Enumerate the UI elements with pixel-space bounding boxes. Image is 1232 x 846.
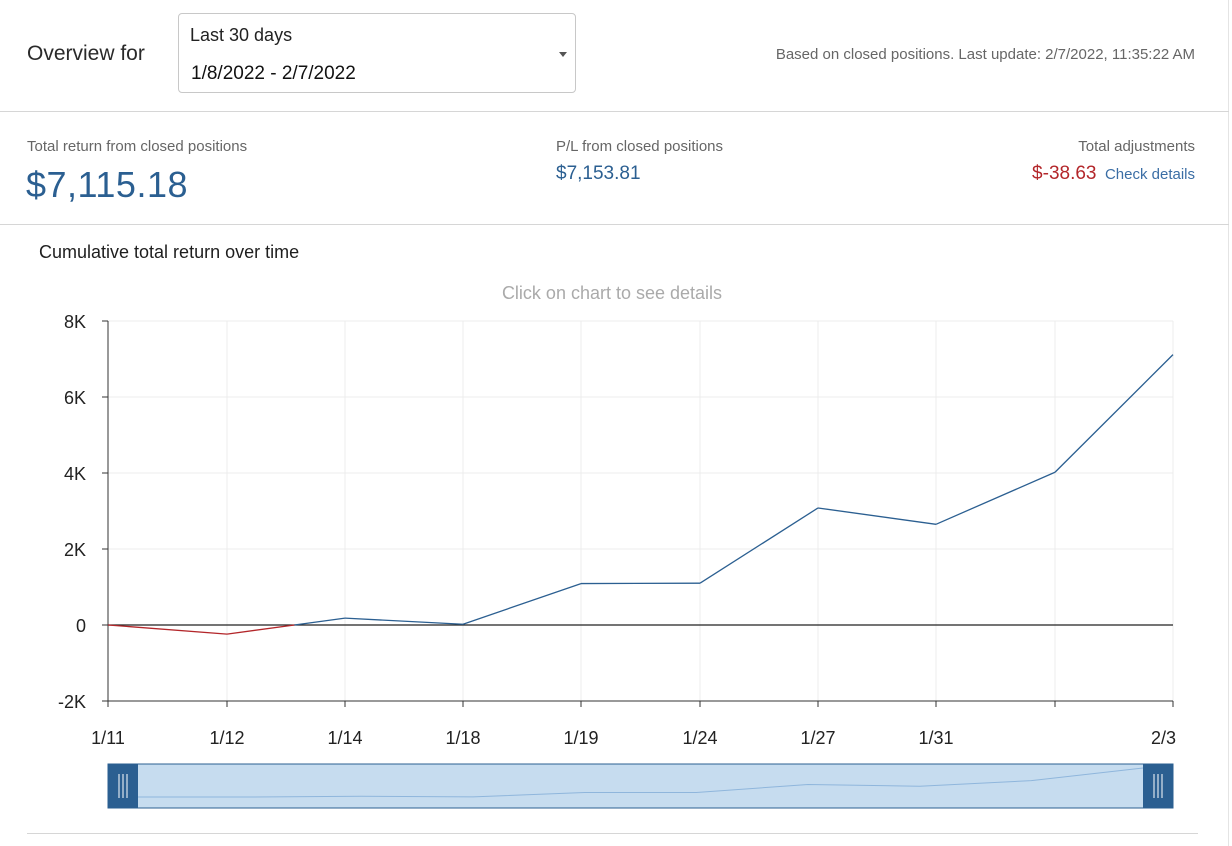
x-tick-label: 1/31 [918, 728, 953, 748]
return-line-chart[interactable]: 8K 6K 4K 2K 0 -2K1/11 1/12 1/14 1/18 1/19 1/24 1/27… [0, 0, 1232, 846]
series-segment [344, 617, 464, 625]
x-tick-label: 2/3 [1151, 728, 1176, 748]
x-tick-label: 1/19 [563, 728, 598, 748]
series-segment [935, 471, 1056, 525]
series-segment [226, 624, 295, 635]
x-tick-label: 1/12 [209, 728, 244, 748]
x-tick-label: 1/11 [91, 728, 125, 748]
x-tick-label: 1/18 [445, 728, 480, 748]
series-segment [817, 507, 937, 525]
y-tick-label: 0 [76, 616, 86, 636]
series-segment [699, 507, 819, 584]
y-tick-label: 4K [64, 464, 86, 484]
y-tick-label: 2K [64, 540, 86, 560]
series-segment [107, 624, 228, 635]
y-tick-label: 6K [64, 388, 86, 408]
x-tick-label: 1/14 [327, 728, 362, 748]
series-segment [294, 617, 346, 626]
series-segment [462, 582, 582, 625]
x-tick-label: 1/24 [682, 728, 717, 748]
page: Overview for Last 30 days 1/8/2022 - 2/7… [0, 0, 1232, 846]
x-tick-label: 1/27 [800, 728, 835, 748]
y-tick-label: -2K [58, 692, 86, 712]
series-segment [1054, 354, 1174, 473]
y-tick-label: 8K [64, 312, 86, 332]
bottom-divider [27, 833, 1198, 834]
range-navigator[interactable] [107, 763, 1174, 809]
